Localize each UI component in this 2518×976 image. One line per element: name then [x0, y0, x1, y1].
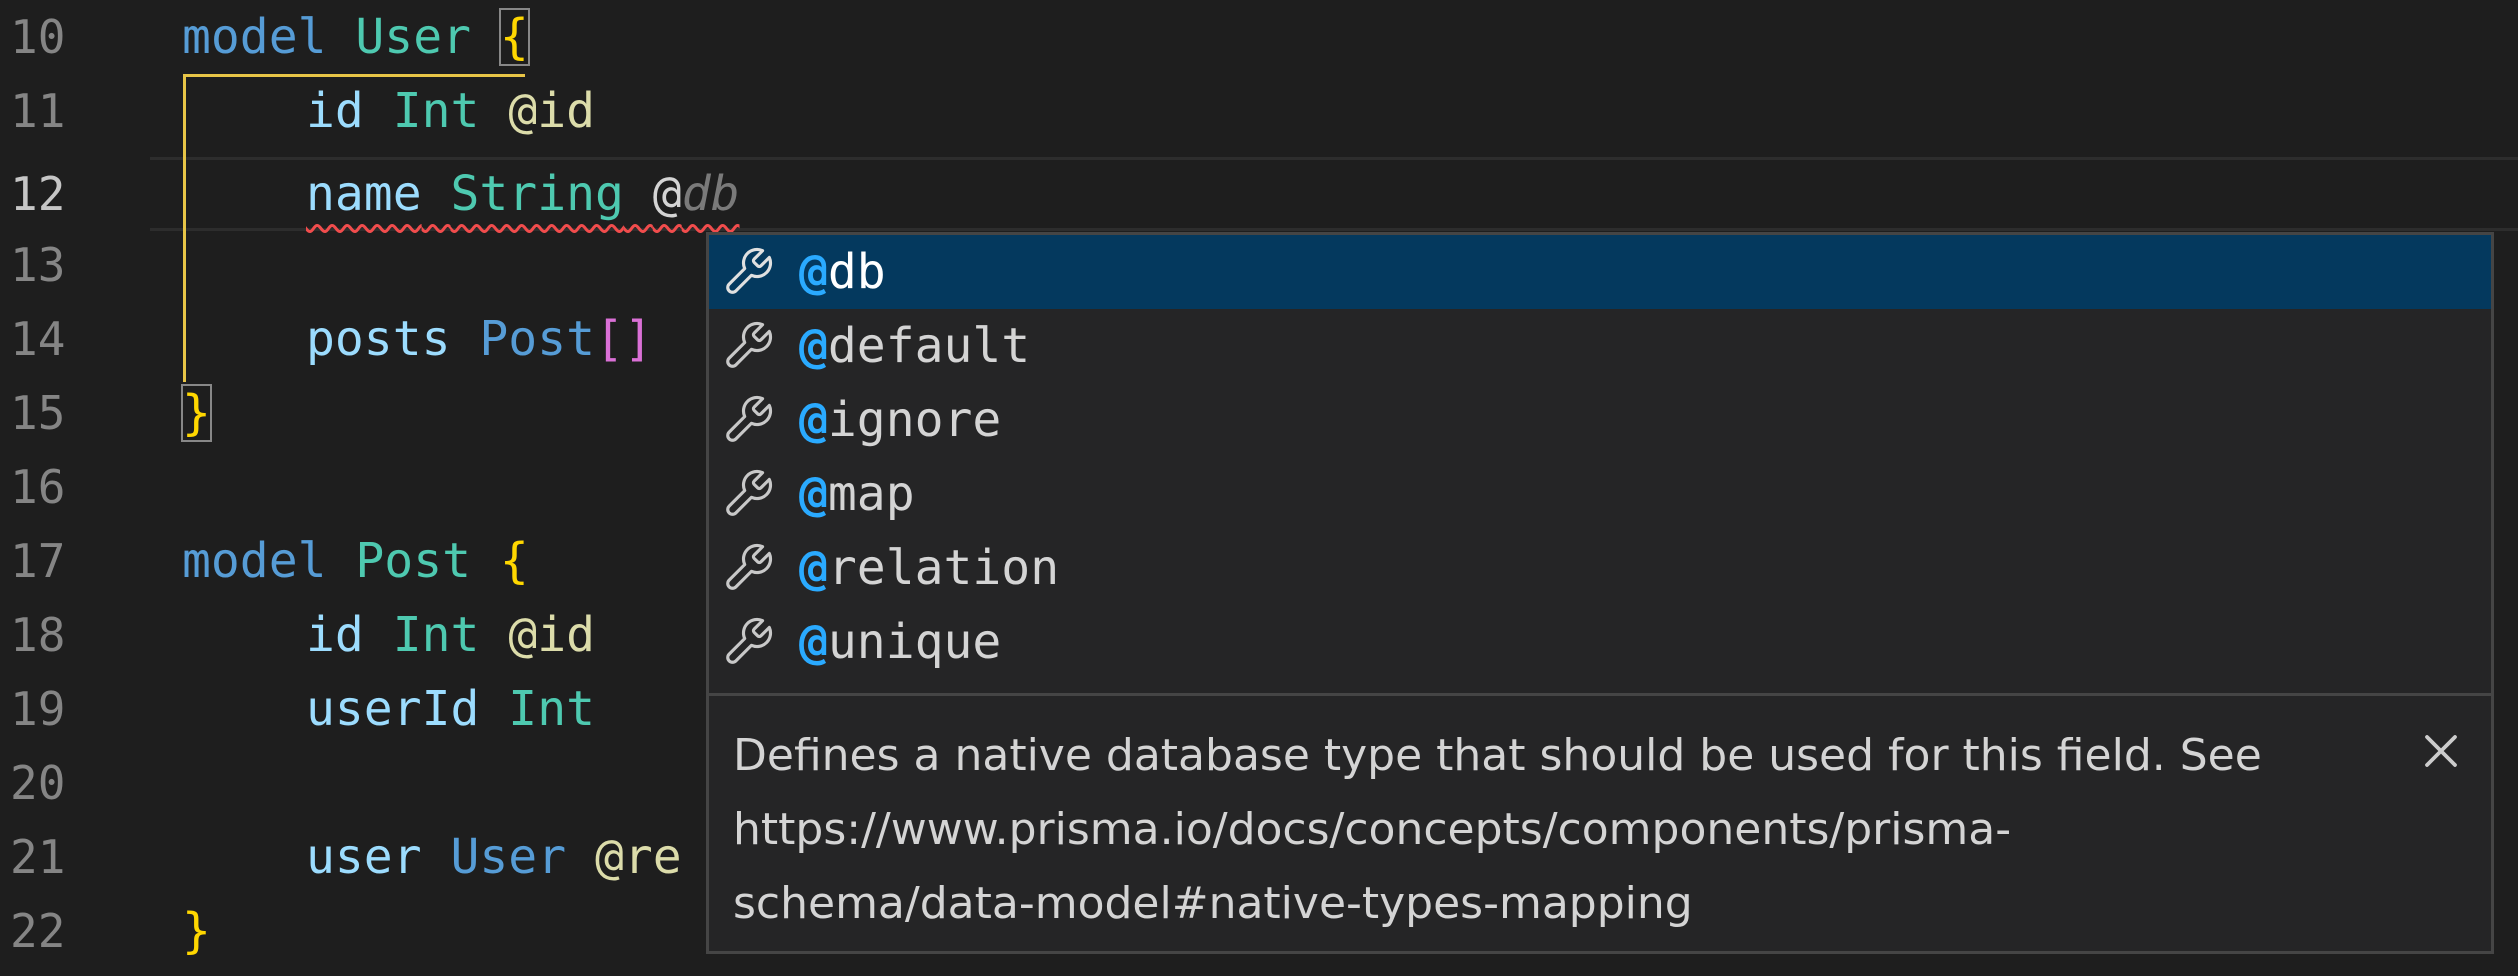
field-name: userId	[306, 681, 480, 737]
line-number: 16	[10, 460, 66, 514]
suggestion-item-db[interactable]: @db	[709, 235, 2491, 309]
line-number: 11	[10, 84, 66, 138]
suggestion-item-default[interactable]: @default	[709, 309, 2491, 383]
suggestion-details: Defines a native database type that shou…	[733, 719, 2373, 941]
suggestion-item-relation[interactable]: @relation	[709, 531, 2491, 605]
line-number: 10	[10, 10, 66, 64]
wrench-icon	[726, 617, 773, 664]
line-number: 18	[10, 608, 66, 662]
list-brackets: []	[595, 311, 653, 367]
close-icon[interactable]	[2413, 723, 2469, 779]
field-type: String	[450, 166, 624, 222]
code-line-11[interactable]: id Int @id	[306, 74, 595, 148]
suggestion-label: @map	[799, 466, 915, 522]
line-number-active: 12	[10, 167, 66, 221]
line-number: 22	[10, 904, 66, 958]
details-divider	[709, 693, 2491, 696]
suggestion-item-unique[interactable]: @unique	[709, 605, 2491, 679]
line-number: 15	[10, 386, 66, 440]
code-line-10[interactable]: model User {	[182, 0, 530, 74]
wrench-icon	[726, 469, 773, 516]
code-line-22[interactable]: }	[182, 894, 211, 968]
suggest-widget[interactable]: @db @default @ignore @map @relation @uni…	[706, 232, 2494, 954]
line-number: 14	[10, 312, 66, 366]
line-number: 17	[10, 534, 66, 588]
line-number: 19	[10, 682, 66, 736]
field-attribute: @id	[508, 607, 596, 663]
field-name: id	[306, 607, 364, 663]
field-type: User	[450, 829, 567, 885]
keyword: model	[182, 9, 327, 65]
code-editor[interactable]: 10 11 12 13 14 15 16 17 18 19 20 21 22 m…	[0, 0, 2518, 976]
code-line-17[interactable]: model Post {	[182, 524, 529, 598]
model-name: User	[355, 9, 471, 65]
suggestion-label: @unique	[799, 614, 1002, 670]
code-line-19[interactable]: userId Int	[306, 672, 595, 746]
field-type: Post	[479, 311, 595, 367]
field-type: Int	[392, 607, 480, 663]
field-type: Int	[508, 681, 595, 737]
code-line-14[interactable]: posts Post[]	[306, 302, 653, 376]
code-line-15[interactable]: }	[181, 376, 212, 450]
field-name: name	[306, 166, 422, 222]
details-text-line[interactable]: https://www.prisma.io/docs/concepts/comp…	[733, 793, 2373, 867]
field-name: posts	[306, 311, 451, 367]
code-line-21[interactable]: user User @re	[306, 820, 682, 894]
wrench-icon	[726, 321, 773, 368]
open-brace: {	[498, 8, 530, 66]
details-text-line: Defines a native database type that shou…	[733, 730, 2262, 781]
suggestion-item-ignore[interactable]: @ignore	[709, 383, 2491, 457]
wrench-icon	[726, 543, 773, 590]
typed-at: @	[652, 166, 682, 222]
wrench-icon	[726, 395, 773, 442]
suggestion-label: @default	[799, 318, 1031, 374]
line-number: 20	[10, 756, 66, 810]
close-brace: }	[182, 903, 211, 959]
details-text-line[interactable]: schema/data-model#native-types-mapping	[733, 867, 2373, 941]
line-number-gutter: 10 11 12 13 14 15 16 17 18 19 20 21 22	[0, 0, 150, 976]
line-number: 13	[10, 238, 66, 292]
code-line-12[interactable]: name String @db	[306, 157, 740, 231]
suggestion-list[interactable]: @db @default @ignore @map @relation @uni…	[709, 235, 2491, 695]
suggestion-label: @relation	[799, 540, 1060, 596]
keyword: model	[182, 533, 327, 589]
field-name: user	[306, 829, 422, 885]
open-brace: {	[499, 533, 529, 589]
code-line-18[interactable]: id Int @id	[306, 598, 595, 672]
suggestion-item-map[interactable]: @map	[709, 457, 2491, 531]
suggestion-label: @ignore	[799, 392, 1002, 448]
model-name: Post	[355, 533, 471, 589]
line-number: 21	[10, 830, 66, 884]
suggestion-label: @db	[799, 244, 886, 300]
field-attribute: @re	[595, 829, 682, 885]
error-squiggle: name String @db	[306, 166, 740, 222]
field-attribute: @id	[508, 83, 596, 139]
inline-suggestion-ghost: db	[681, 166, 740, 222]
wrench-icon	[726, 247, 773, 294]
field-name: id	[306, 83, 364, 139]
field-type: Int	[392, 83, 480, 139]
close-brace: }	[181, 384, 212, 442]
bracket-pair-guide	[183, 74, 186, 382]
